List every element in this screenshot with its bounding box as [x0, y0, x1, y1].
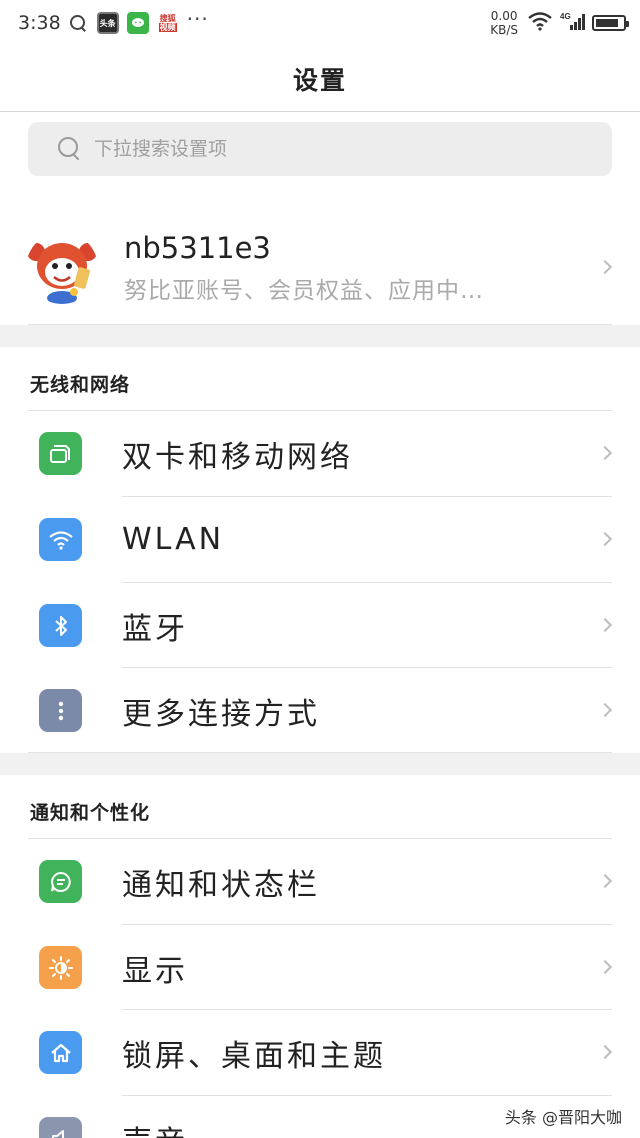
settings-item-label: 锁屏、桌面和主题 — [122, 1038, 386, 1074]
sohu-app-label: 搜狐 — [159, 14, 176, 23]
network-speed: 0.00 KB/S — [490, 9, 518, 37]
chevron-right-icon — [597, 445, 613, 461]
settings-item-label: 显示 — [122, 953, 188, 989]
settings-item-sim-network[interactable]: 双卡和移动网络 — [0, 411, 640, 496]
status-time: 3:38 — [18, 12, 61, 34]
settings-item-label: 通知和状态栏 — [122, 867, 320, 903]
settings-item-label: 更多连接方式 — [122, 696, 320, 732]
more-vertical-icon — [39, 689, 82, 732]
chevron-right-icon — [597, 1044, 613, 1060]
section-title-wireless: 无线和网络 — [30, 374, 131, 396]
settings-item-label: WLAN — [122, 522, 225, 557]
settings-item-display[interactable]: 显示 — [0, 925, 640, 1010]
section-title-notifications: 通知和个性化 — [30, 802, 151, 824]
battery-icon — [592, 15, 629, 31]
wechat-app-icon — [126, 12, 149, 34]
account-row[interactable]: nb5311e3 努比亚账号、会员权益、应用中… — [0, 212, 640, 324]
chevron-right-icon — [597, 959, 613, 975]
settings-item-wlan[interactable]: WLAN — [0, 497, 640, 582]
speaker-icon — [39, 1117, 82, 1138]
sohu-video-label: 视频 — [158, 23, 177, 32]
chevron-right-icon — [597, 702, 613, 718]
chat-bubble-icon — [39, 860, 82, 903]
chevron-right-icon — [597, 531, 613, 547]
settings-item-bluetooth[interactable]: 蓝牙 — [0, 583, 640, 668]
sim-card-icon — [39, 432, 82, 475]
section-gap — [0, 325, 640, 347]
wifi-status-icon — [528, 11, 552, 35]
home-icon — [39, 1031, 82, 1074]
wifi-icon — [39, 518, 82, 561]
search-icon — [69, 14, 87, 32]
brightness-icon — [39, 946, 82, 989]
search-input[interactable] — [94, 138, 574, 160]
search-icon — [58, 137, 82, 161]
settings-item-more-connections[interactable]: 更多连接方式 — [0, 668, 640, 753]
settings-item-label: 双卡和移动网络 — [122, 439, 353, 475]
search-bar[interactable] — [28, 122, 612, 176]
settings-item-notification-bar[interactable]: 通知和状态栏 — [0, 839, 640, 924]
section-gap — [0, 753, 640, 775]
status-bar: 3:38 头条 搜狐 视频 ··· 0.00 KB/S 4G — [0, 0, 640, 46]
account-subtitle: 努比亚账号、会员权益、应用中… — [124, 278, 484, 304]
network-speed-unit: KB/S — [490, 23, 518, 37]
cellular-signal-icon: 4G — [560, 11, 586, 35]
toutiao-app-icon: 头条 — [96, 12, 119, 34]
bluetooth-icon — [39, 604, 82, 647]
more-notifications-icon: ··· — [186, 7, 209, 31]
title-bar: 设置 — [0, 46, 640, 112]
network-speed-value: 0.00 — [490, 9, 518, 23]
account-name: nb5311e3 — [124, 231, 271, 265]
sohu-video-app-icon: 搜狐 视频 — [156, 12, 179, 34]
settings-item-label: 声音 — [122, 1117, 188, 1138]
chevron-right-icon — [597, 873, 613, 889]
network-type-label: 4G — [560, 12, 571, 21]
watermark: 头条 @晋阳大咖 — [500, 1104, 626, 1128]
page-title: 设置 — [292, 65, 347, 95]
settings-item-label: 蓝牙 — [122, 611, 188, 647]
chevron-right-icon — [597, 617, 613, 633]
avatar — [26, 232, 98, 304]
settings-item-lockscreen-theme[interactable]: 锁屏、桌面和主题 — [0, 1010, 640, 1095]
